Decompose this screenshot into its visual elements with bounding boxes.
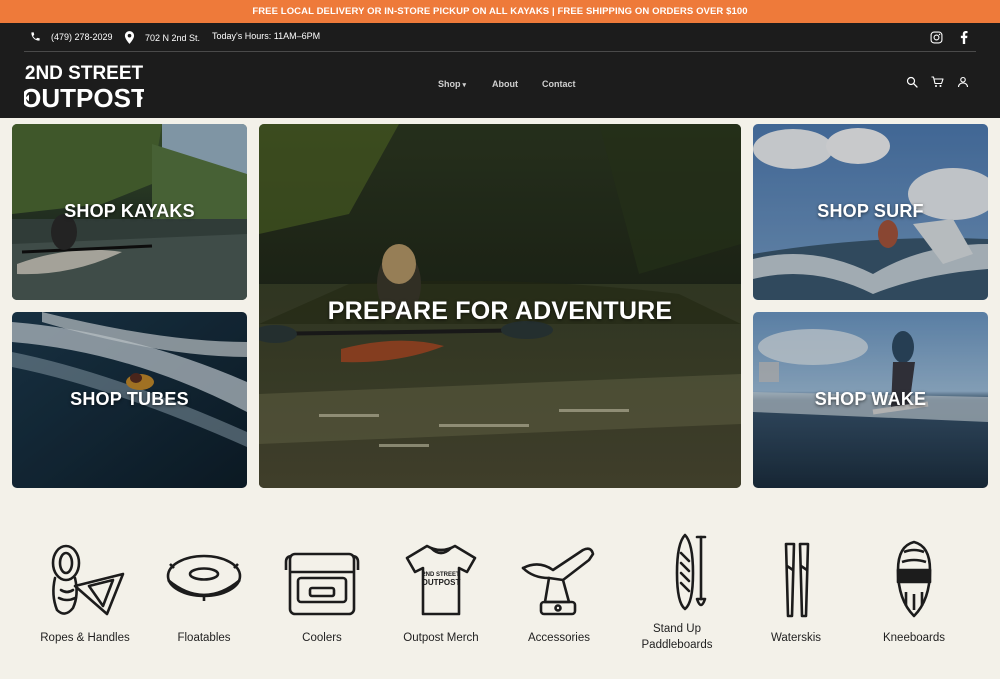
nav-contact[interactable]: Contact	[542, 79, 576, 89]
account-icon[interactable]	[957, 76, 969, 88]
rope-handle-icon	[51, 544, 125, 616]
phone-icon	[31, 32, 40, 41]
promo-text: FREE LOCAL DELIVERY OR IN-STORE PICKUP O…	[252, 6, 748, 17]
site-header: (479) 278-2029 702 N 2nd St. Today's Hou…	[0, 23, 1000, 118]
site-logo[interactable]: 2ND STREET OUTPOST	[24, 59, 144, 115]
paddleboard-icon	[675, 533, 707, 611]
tube-float-icon	[166, 554, 242, 601]
tile-prepare-for-adventure[interactable]: PREPARE FOR ADVENTURE	[259, 124, 741, 488]
phone-number: (479) 278-2029	[51, 31, 113, 42]
promo-bar: FREE LOCAL DELIVERY OR IN-STORE PICKUP O…	[0, 0, 1000, 23]
category-waterskis[interactable]: Waterskis	[741, 540, 851, 650]
category-label: Floatables	[177, 632, 231, 644]
category-label: Stand Up Paddleboards	[641, 623, 713, 651]
store-hours: Today's Hours: 11AM–6PM	[212, 31, 320, 41]
chevron-down-icon: ▾	[462, 82, 467, 89]
tile-surf-label: SHOP SURF	[817, 201, 924, 221]
phone-link[interactable]: (479) 278-2029	[30, 31, 113, 42]
category-kneeboards[interactable]: Kneeboards	[859, 540, 969, 650]
category-label: Ropes & Handles	[40, 632, 130, 644]
utility-bar: (479) 278-2029 702 N 2nd St. Today's Hou…	[24, 23, 976, 52]
facebook-icon[interactable]	[960, 31, 968, 44]
tile-shop-wake[interactable]: SHOP WAKE	[753, 312, 988, 488]
logo-line1: 2ND STREET	[25, 63, 144, 84]
merch-shirt-line2: OUTPOST	[422, 578, 461, 587]
tile-kayaks-label: SHOP KAYAKS	[64, 201, 195, 221]
tshirt-icon: 2ND STREET OUTPOST	[405, 544, 477, 616]
address-link[interactable]: 702 N 2nd St.	[124, 31, 200, 44]
search-icon[interactable]	[906, 76, 918, 88]
nav-about-label: About	[492, 79, 518, 89]
category-stand-up-paddleboards[interactable]: Stand Up Paddleboards	[622, 533, 732, 658]
logo-line2: OUTPOST	[24, 83, 144, 113]
waterskis-icon	[784, 542, 810, 618]
tile-wake-label: SHOP WAKE	[814, 389, 927, 409]
nav-shop-label: Shop	[438, 79, 461, 89]
rod-holder-icon	[521, 547, 595, 616]
category-label: Outpost Merch	[403, 632, 479, 644]
category-label: Kneeboards	[882, 632, 946, 644]
kneeboard-icon	[896, 540, 932, 618]
cooler-icon	[284, 552, 360, 616]
nav-contact-label: Contact	[542, 79, 576, 89]
cart-icon[interactable]	[931, 76, 944, 88]
nav-shop[interactable]: Shop ▾	[438, 79, 466, 89]
category-label: Waterskis	[770, 632, 822, 644]
store-hours-text: Today's Hours: 11AM–6PM	[212, 31, 321, 41]
category-floatables[interactable]: Floatables	[149, 540, 259, 650]
category-coolers[interactable]: Coolers	[267, 540, 377, 650]
instagram-icon[interactable]	[930, 31, 943, 44]
category-outpost-merch[interactable]: 2ND STREET OUTPOST Outpost Merch	[386, 540, 496, 650]
category-accessories[interactable]: Accessories	[504, 540, 614, 650]
store-address: 702 N 2nd St.	[145, 32, 201, 43]
category-label: Coolers	[302, 632, 342, 644]
location-pin-icon	[124, 31, 135, 44]
tile-tubes-label: SHOP TUBES	[70, 389, 189, 409]
category-ropes-handles[interactable]: Ropes & Handles	[30, 540, 140, 650]
tile-shop-tubes[interactable]: SHOP TUBES	[12, 312, 247, 488]
tile-shop-surf[interactable]: SHOP SURF	[753, 124, 988, 300]
tile-main-label: PREPARE FOR ADVENTURE	[327, 297, 673, 325]
nav-about[interactable]: About	[492, 79, 518, 89]
tile-shop-kayaks[interactable]: SHOP KAYAKS	[12, 124, 247, 300]
category-label: Accessories	[528, 632, 590, 644]
